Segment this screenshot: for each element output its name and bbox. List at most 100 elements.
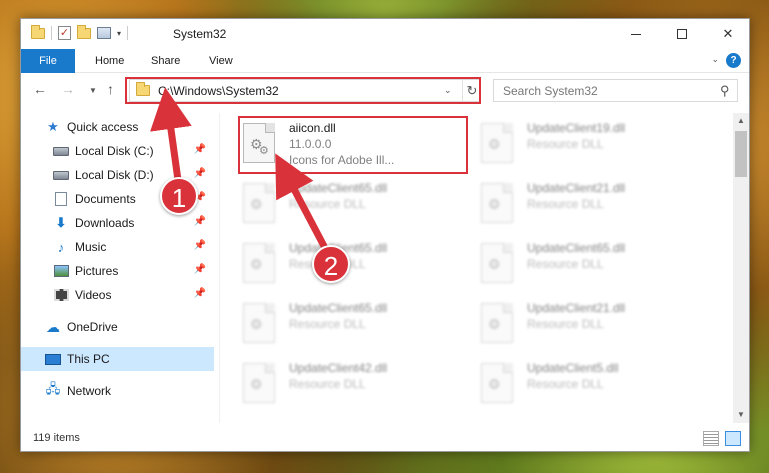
file-type: Resource DLL xyxy=(289,197,366,211)
scroll-down-icon[interactable]: ▼ xyxy=(733,407,749,423)
up-button[interactable]: ↑ xyxy=(107,81,114,97)
pin-icon[interactable]: 📌 xyxy=(194,240,206,251)
sidebar-item-network[interactable]: 🖧 Network xyxy=(45,379,214,403)
pin-icon[interactable]: 📌 xyxy=(194,168,206,179)
file-name: UpdateClient65.dll xyxy=(289,181,388,195)
sidebar-item-label: Music xyxy=(75,240,107,254)
sidebar-item-label: Local Disk (D:) xyxy=(75,168,154,182)
file-type: Resource DLL xyxy=(289,377,366,391)
close-icon: ✕ xyxy=(722,26,734,41)
minimize-icon xyxy=(631,33,641,35)
ribbon-tabs: File Home Share View ⌄ ? xyxy=(21,49,749,73)
forward-button[interactable]: → xyxy=(61,81,75,97)
properties-icon[interactable] xyxy=(97,27,111,39)
file-name: UpdateClient5.dll xyxy=(527,361,619,375)
network-icon: 🖧 xyxy=(45,381,61,396)
file-name: UpdateClient65.dll xyxy=(527,241,626,255)
search-placeholder[interactable]: Search System32 xyxy=(503,84,598,98)
gear-icon: ⚙ xyxy=(488,136,501,152)
file-name: UpdateClient21.dll xyxy=(527,181,626,195)
sidebar-item-videos[interactable]: Videos 📌 xyxy=(53,283,214,307)
expand-ribbon-icon[interactable]: ⌄ xyxy=(711,54,719,65)
maximize-button[interactable] xyxy=(659,19,705,49)
sidebar-item-music[interactable]: ♪ Music 📌 xyxy=(53,235,214,259)
sidebar-item-quick-access[interactable]: ★ Quick access xyxy=(45,115,238,139)
help-icon[interactable]: ? xyxy=(726,53,741,68)
file-type: Resource DLL xyxy=(527,197,604,211)
dll-file-icon: ⚙ xyxy=(481,363,513,403)
gear-icon: ⚙ xyxy=(488,316,501,332)
dll-file-icon: ⚙ xyxy=(243,303,275,343)
sidebar-item-this-pc[interactable]: This PC xyxy=(21,347,214,371)
status-bar: 119 items xyxy=(21,429,749,451)
dll-file-icon: ⚙ xyxy=(481,243,513,283)
pin-icon[interactable]: 📌 xyxy=(194,264,206,275)
tab-home[interactable]: Home xyxy=(81,49,138,73)
dll-file-icon: ⚙ xyxy=(481,303,513,343)
customize-toolbar-dropdown[interactable]: ▾ xyxy=(117,29,121,38)
properties-checkmark-icon[interactable]: ✓ xyxy=(58,26,71,40)
file-type: Resource DLL xyxy=(527,257,604,271)
new-folder-icon[interactable] xyxy=(77,24,91,39)
file-item[interactable]: ⚙ UpdateClient42.dll Resource DLL xyxy=(221,357,441,411)
address-bar-highlight xyxy=(125,77,481,104)
dll-file-icon: ⚙ xyxy=(481,183,513,223)
tab-share[interactable]: Share xyxy=(137,49,194,73)
file-item[interactable]: ⚙ UpdateClient5.dll Resource DLL xyxy=(459,357,679,411)
search-icon[interactable]: ⚲ xyxy=(720,83,730,99)
scroll-up-icon[interactable]: ▲ xyxy=(733,113,749,129)
file-item[interactable]: ⚙ UpdateClient21.dll Resource DLL xyxy=(459,297,679,351)
sidebar-item-downloads[interactable]: ⬇ Downloads 📌 xyxy=(53,211,214,235)
minimize-button[interactable] xyxy=(613,19,659,49)
large-icons-view-icon[interactable] xyxy=(725,431,741,446)
tab-file[interactable]: File xyxy=(21,49,75,73)
sidebar-item-label: Network xyxy=(67,384,112,398)
file-type: Resource DLL xyxy=(527,317,604,331)
item-count: 119 items xyxy=(33,432,80,444)
back-button[interactable]: ← xyxy=(33,81,47,97)
downloads-icon: ⬇ xyxy=(55,215,67,230)
navigation-pane: ★ Quick access Local Disk (C:) 📌 Local D… xyxy=(21,113,219,423)
file-type: Resource DLL xyxy=(527,137,604,151)
tab-view[interactable]: View xyxy=(195,49,247,73)
vertical-scrollbar[interactable]: ▲ ▼ xyxy=(733,113,749,423)
gear-icon: ⚙ xyxy=(488,196,501,212)
details-view-icon[interactable] xyxy=(703,431,719,446)
pane-divider[interactable] xyxy=(219,113,220,423)
videos-icon xyxy=(53,288,69,302)
file-name: UpdateClient19.dll xyxy=(527,121,626,135)
gear-icon: ⚙ xyxy=(250,196,263,212)
pin-icon[interactable]: 📌 xyxy=(194,216,206,227)
pin-icon[interactable]: 📌 xyxy=(194,288,206,299)
disk-icon xyxy=(53,144,69,158)
search-box[interactable]: Search System32 ⚲ xyxy=(493,79,738,102)
file-item[interactable]: ⚙ UpdateClient65.dll Resource DLL xyxy=(221,177,441,231)
window-title: System32 xyxy=(173,27,227,41)
dll-file-icon: ⚙ xyxy=(481,123,513,163)
disk-icon xyxy=(53,168,69,182)
file-type: Resource DLL xyxy=(289,317,366,331)
sidebar-item-pictures[interactable]: Pictures 📌 xyxy=(53,259,214,283)
sidebar-item-label: Quick access xyxy=(67,120,139,134)
file-item[interactable]: ⚙ UpdateClient21.dll Resource DLL xyxy=(459,177,679,231)
dll-file-icon: ⚙ xyxy=(243,183,275,223)
sidebar-item-local-disk-c[interactable]: Local Disk (C:) 📌 xyxy=(53,139,214,163)
sidebar-item-label: OneDrive xyxy=(67,320,118,334)
scrollbar-thumb[interactable] xyxy=(735,131,747,177)
recent-locations-dropdown[interactable]: ▼ xyxy=(89,86,97,95)
file-item[interactable]: ⚙ UpdateClient65.dll Resource DLL xyxy=(459,237,679,291)
file-item[interactable]: ⚙ UpdateClient19.dll Resource DLL xyxy=(459,117,679,171)
sidebar-item-label: This PC xyxy=(67,352,110,366)
sidebar-item-onedrive[interactable]: ☁ OneDrive xyxy=(45,315,214,339)
documents-icon xyxy=(53,192,69,206)
sidebar-item-label: Documents xyxy=(75,192,136,206)
file-item[interactable]: ⚙ UpdateClient65.dll Resource DLL xyxy=(221,297,441,351)
sidebar-item-label: Downloads xyxy=(75,216,135,230)
toolbar-separator xyxy=(127,26,129,40)
dll-file-icon: ⚙ xyxy=(243,363,275,403)
close-button[interactable]: ✕ xyxy=(705,19,751,49)
file-name: UpdateClient21.dll xyxy=(527,301,626,315)
pin-icon[interactable]: 📌 xyxy=(194,144,206,155)
maximize-icon xyxy=(677,29,687,39)
pictures-icon xyxy=(53,264,69,278)
